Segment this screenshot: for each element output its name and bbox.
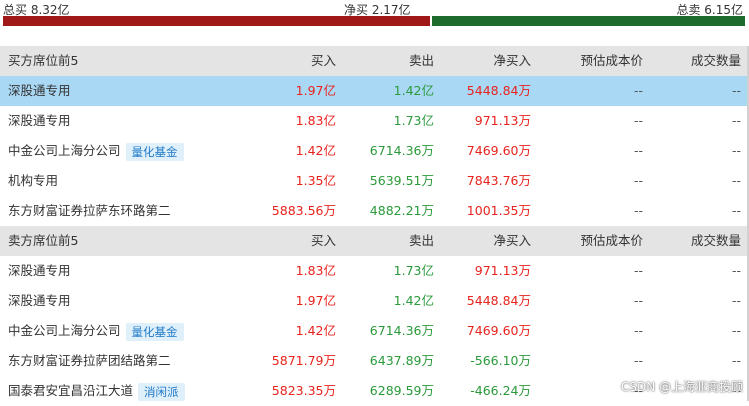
- estimated-cost: --: [633, 143, 643, 158]
- sell-section-title: 卖方席位前5: [8, 233, 79, 248]
- col-header-buy: 买入: [310, 53, 336, 68]
- seat-name-cell: 深股通专用: [8, 76, 71, 106]
- table-row[interactable]: 深股通专用 1.83亿 1.73亿 971.13万 -- --: [0, 106, 749, 136]
- buy-amount: 1.83亿: [295, 263, 336, 278]
- estimated-cost: --: [633, 113, 643, 128]
- seat-name-cell: 东方财富证券拉萨团结路第二: [8, 346, 171, 376]
- estimated-cost: --: [633, 323, 643, 338]
- trade-volume: --: [731, 353, 741, 368]
- buy-amount: 1.42亿: [295, 323, 336, 338]
- seat-name[interactable]: 深股通专用: [8, 293, 71, 308]
- trade-volume: --: [731, 143, 741, 158]
- sell-amount: 5639.51万: [369, 173, 434, 188]
- net-buy-amount: 7843.76万: [466, 173, 531, 188]
- sell-ratio-bar: [432, 16, 745, 26]
- trade-volume: --: [731, 203, 741, 218]
- seat-name-cell: 东方财富证券拉萨东环路第二: [8, 196, 171, 226]
- seat-name-cell: 中金公司上海分公司 量化基金: [8, 316, 184, 346]
- watermark: CSDN @上海亚商投顾: [620, 380, 743, 394]
- sell-amount: 1.42亿: [393, 83, 434, 98]
- trade-volume: --: [731, 263, 741, 278]
- dragon-tiger-table: 买方席位前5 买入 卖出 净买入 预估成本价 成交数量 深股通专用 1.97亿 1.…: [0, 46, 749, 406]
- buy-amount: 1.97亿: [295, 293, 336, 308]
- table-row[interactable]: 东方财富证券拉萨东环路第二 5883.56万 4882.21万 1001.35万 -- -…: [0, 196, 749, 226]
- sell-section-header: 卖方席位前5 买入 卖出 净买入 预估成本价 成交数量: [0, 226, 749, 256]
- buy-ratio-bar: [3, 16, 430, 26]
- col-header-volume: 成交数量: [690, 233, 741, 248]
- buy-amount: 5871.79万: [271, 353, 336, 368]
- estimated-cost: --: [633, 83, 643, 98]
- seat-name[interactable]: 深股通专用: [8, 83, 71, 98]
- estimated-cost: --: [633, 353, 643, 368]
- net-buy-amount: -466.24万: [470, 383, 531, 398]
- col-header-cost: 预估成本价: [580, 53, 643, 68]
- col-header-sell: 卖出: [408, 53, 434, 68]
- seat-name[interactable]: 中金公司上海分公司: [8, 143, 121, 158]
- net-buy-amount: 1001.35万: [466, 203, 531, 218]
- seat-name-cell: 中金公司上海分公司 量化基金: [8, 136, 184, 166]
- table-row[interactable]: 中金公司上海分公司 量化基金 1.42亿 6714.36万 7469.60万 -- --: [0, 316, 749, 346]
- table-row[interactable]: 深股通专用 1.97亿 1.42亿 5448.84万 -- --: [0, 76, 749, 106]
- trade-volume: --: [731, 323, 741, 338]
- buy-amount: 1.83亿: [295, 113, 336, 128]
- sell-amount: 1.73亿: [393, 113, 434, 128]
- seat-name[interactable]: 中金公司上海分公司: [8, 323, 121, 338]
- table-row[interactable]: 中金公司上海分公司 量化基金 1.42亿 6714.36万 7469.60万 -- --: [0, 136, 749, 166]
- estimated-cost: --: [633, 293, 643, 308]
- trade-volume: --: [731, 293, 741, 308]
- col-header-cost: 预估成本价: [580, 233, 643, 248]
- summary-bar: 总买 8.32亿 净买 2.17亿 总卖 6.15亿: [0, 0, 749, 30]
- trade-volume: --: [731, 173, 741, 188]
- seat-name[interactable]: 机构专用: [8, 173, 58, 188]
- trade-volume: --: [731, 113, 741, 128]
- net-buy-amount: 5448.84万: [466, 83, 531, 98]
- net-buy-amount: 7469.60万: [466, 143, 531, 158]
- net-buy-amount: 971.13万: [474, 263, 531, 278]
- sell-amount: 4882.21万: [369, 203, 434, 218]
- col-header-net: 净买入: [493, 53, 531, 68]
- sell-amount: 6714.36万: [369, 323, 434, 338]
- net-buy-amount: -566.10万: [470, 353, 531, 368]
- seat-tag-badge[interactable]: 消闲派: [138, 382, 185, 401]
- table-row[interactable]: 深股通专用 1.83亿 1.73亿 971.13万 -- --: [0, 256, 749, 286]
- col-header-net: 净买入: [493, 233, 531, 248]
- buy-section-header: 买方席位前5 买入 卖出 净买入 预估成本价 成交数量: [0, 46, 749, 76]
- trade-volume: --: [731, 83, 741, 98]
- buy-amount: 1.42亿: [295, 143, 336, 158]
- col-header-buy: 买入: [310, 233, 336, 248]
- seat-name-cell: 深股通专用: [8, 106, 71, 136]
- sell-amount: 6714.36万: [369, 143, 434, 158]
- net-buy-amount: 5448.84万: [466, 293, 531, 308]
- estimated-cost: --: [633, 263, 643, 278]
- seat-name[interactable]: 深股通专用: [8, 113, 71, 128]
- table-row[interactable]: 机构专用 1.35亿 5639.51万 7843.76万 -- --: [0, 166, 749, 196]
- estimated-cost: --: [633, 203, 643, 218]
- net-buy-amount: 971.13万: [474, 113, 531, 128]
- col-header-volume: 成交数量: [690, 53, 741, 68]
- seat-name[interactable]: 国泰君安宜昌沿江大道: [8, 383, 133, 398]
- buy-amount: 5823.35万: [271, 383, 336, 398]
- sell-amount: 1.42亿: [393, 293, 434, 308]
- seat-tag-badge[interactable]: 量化基金: [125, 322, 184, 341]
- buy-amount: 1.35亿: [295, 173, 336, 188]
- estimated-cost: --: [633, 173, 643, 188]
- seat-name-cell: 国泰君安宜昌沿江大道 消闲派: [8, 376, 185, 406]
- sell-amount: 1.73亿: [393, 263, 434, 278]
- buy-amount: 1.97亿: [295, 83, 336, 98]
- sell-amount: 6437.89万: [369, 353, 434, 368]
- seat-tag-badge[interactable]: 量化基金: [125, 142, 184, 161]
- table-row[interactable]: 深股通专用 1.97亿 1.42亿 5448.84万 -- --: [0, 286, 749, 316]
- buy-amount: 5883.56万: [271, 203, 336, 218]
- table-row[interactable]: 东方财富证券拉萨团结路第二 5871.79万 6437.89万 -566.10万 -- -…: [0, 346, 749, 376]
- seat-name-cell: 深股通专用: [8, 286, 71, 316]
- seat-name-cell: 机构专用: [8, 166, 58, 196]
- seat-name[interactable]: 深股通专用: [8, 263, 71, 278]
- buy-section-title: 买方席位前5: [8, 53, 79, 68]
- seat-name[interactable]: 东方财富证券拉萨团结路第二: [8, 353, 171, 368]
- col-header-sell: 卖出: [408, 233, 434, 248]
- seat-name[interactable]: 东方财富证券拉萨东环路第二: [8, 203, 171, 218]
- sell-amount: 6289.59万: [369, 383, 434, 398]
- net-buy-amount: 7469.60万: [466, 323, 531, 338]
- seat-name-cell: 深股通专用: [8, 256, 71, 286]
